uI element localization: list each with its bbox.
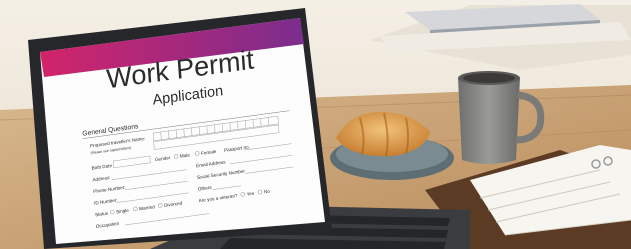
scene-svg: Work Permit Application General Question… [0, 0, 631, 249]
no-label: No [264, 189, 271, 195]
photo-scene: Work Permit Application General Question… [0, 0, 631, 249]
